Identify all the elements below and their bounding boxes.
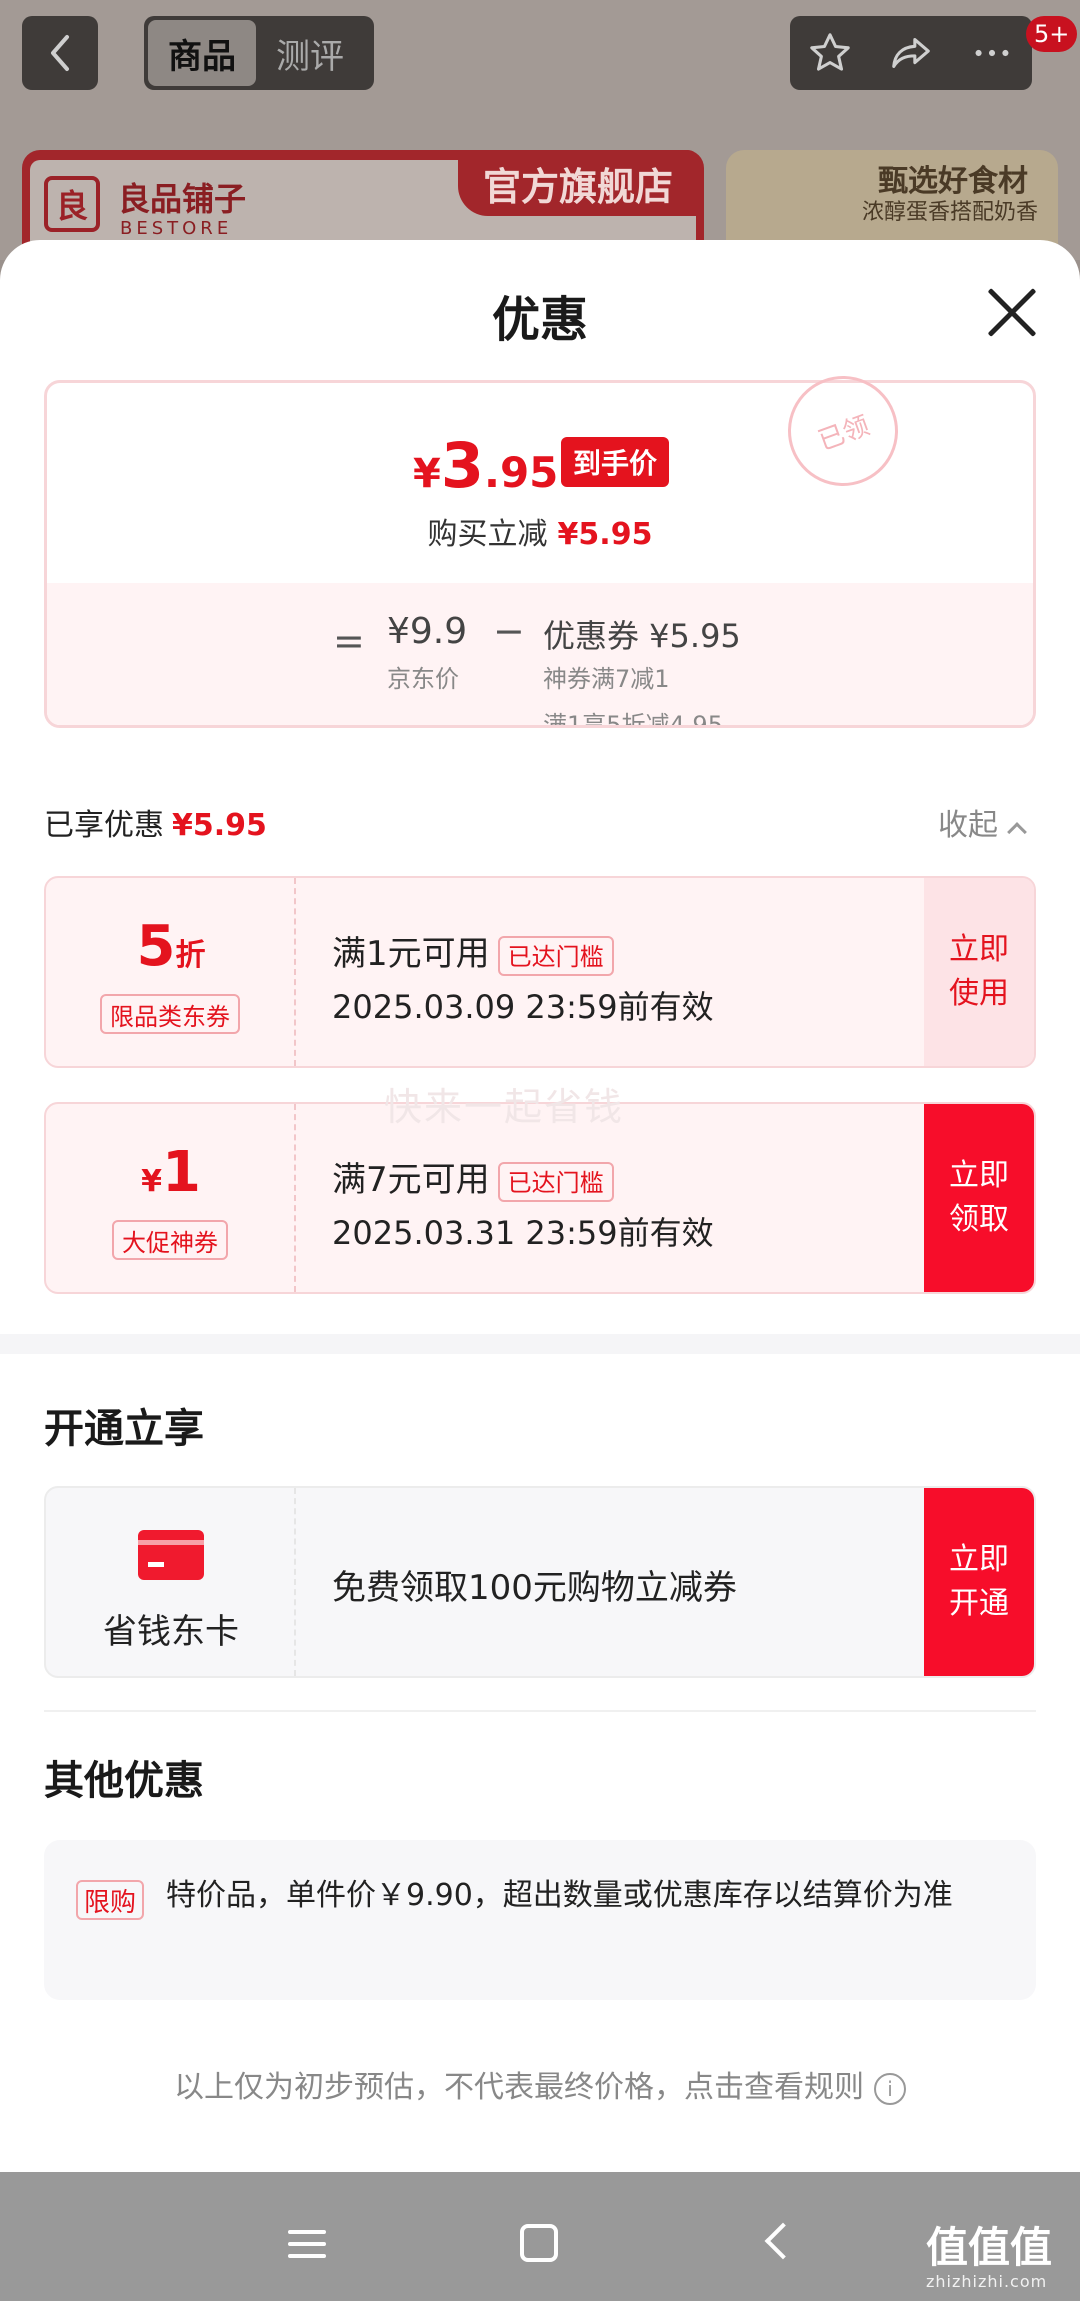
site-watermark-url: zhizhizhi.com bbox=[926, 2272, 1048, 2291]
purchase-limit-notice: 限购 特价品，单件价￥9.90，超出数量或优惠库存以结算价为准 bbox=[44, 1840, 1036, 2000]
coupon-detail: 神券满7减1 bbox=[543, 665, 670, 693]
limit-text: 特价品，单件价￥9.90，超出数量或优惠库存以结算价为准 bbox=[166, 1878, 953, 1913]
notification-badge: 5+ bbox=[1026, 16, 1078, 52]
equals-sign: = bbox=[333, 619, 365, 663]
button-label-line: 立即 bbox=[949, 1542, 1009, 1577]
rules-footnote[interactable]: 以上仅为初步预估，不代表最终价格，点击查看规则 i bbox=[0, 2062, 1080, 2106]
collapse-label: 收起 bbox=[938, 808, 998, 843]
claim-coupon-button[interactable]: 立即 领取 bbox=[924, 1104, 1034, 1292]
button-label-line: 领取 bbox=[949, 1202, 1009, 1237]
collapse-toggle[interactable]: 收起 bbox=[938, 800, 1027, 844]
star-icon[interactable] bbox=[807, 30, 853, 76]
coupon-value-unit: ¥ bbox=[141, 1164, 162, 1199]
store-name-en: BESTORE bbox=[120, 218, 233, 239]
menu-line bbox=[288, 2254, 326, 2258]
coupon-condition: 满1元可用 已达门槛 bbox=[332, 926, 614, 976]
recent-apps-button[interactable] bbox=[288, 2230, 326, 2258]
final-price-currency: ¥ bbox=[413, 451, 441, 497]
jd-price-label: 京东价 bbox=[387, 665, 459, 693]
coupon-condition: 满7元可用 已达门槛 bbox=[332, 1152, 614, 1202]
minus-sign: − bbox=[493, 609, 525, 653]
button-label-line: 使用 bbox=[949, 976, 1009, 1011]
threshold-met-tag: 已达门槛 bbox=[497, 935, 614, 976]
button-label-line: 开通 bbox=[949, 1586, 1009, 1621]
coupon-condition-text: 满1元可用 bbox=[332, 934, 490, 974]
tab-review[interactable]: 测评 bbox=[256, 20, 364, 86]
share-icon[interactable] bbox=[887, 30, 935, 76]
back-button[interactable] bbox=[22, 16, 98, 90]
store-flag-label: 官方旗舰店 bbox=[458, 150, 698, 216]
chevron-up-icon bbox=[1007, 822, 1027, 842]
other-discount-title: 其他优惠 bbox=[44, 1758, 204, 1804]
coupon-detail: 满1享5折减4.95 bbox=[543, 711, 723, 728]
coupon-value-number: 5 bbox=[136, 914, 176, 979]
jd-price: ¥9.9 bbox=[387, 611, 468, 652]
home-button[interactable] bbox=[520, 2224, 558, 2262]
coupon-type-tag: 大促神券 bbox=[112, 1220, 228, 1260]
page-tab-switch: 商品 测评 bbox=[144, 16, 374, 90]
menu-line bbox=[288, 2230, 326, 2234]
promo-subtitle: 浓醇蛋香搭配奶香 bbox=[861, 200, 1038, 225]
coupon-type-tag: 限品类东券 bbox=[100, 994, 240, 1034]
final-price-integer: 3 bbox=[440, 429, 484, 502]
coupon-condition-text: 满7元可用 bbox=[332, 1160, 490, 1200]
card-offer-text: 免费领取100元购物立减券 bbox=[332, 1568, 737, 1608]
coupon-card: 5折 限品类东券 满1元可用 已达门槛 2025.03.09 23:59前有效 立… bbox=[44, 876, 1036, 1068]
use-coupon-button[interactable]: 立即 使用 bbox=[924, 878, 1034, 1066]
button-label-line: 立即 bbox=[949, 1158, 1009, 1193]
activate-card-button[interactable]: 立即 开通 bbox=[924, 1488, 1034, 1676]
coupon-value: 5折 bbox=[46, 914, 296, 979]
coupon-amount: 优惠券 ¥5.95 bbox=[543, 617, 741, 655]
coupon-validity: 2025.03.31 23:59前有效 bbox=[332, 1214, 714, 1252]
top-actions bbox=[790, 16, 1032, 90]
divider bbox=[44, 1710, 1036, 1712]
menu-line bbox=[288, 2242, 326, 2246]
card-name: 省钱东卡 bbox=[103, 1612, 239, 1652]
reduce-label: 购买立减 bbox=[427, 517, 548, 552]
coupon-value-area: ¥1 大促神券 bbox=[46, 1104, 296, 1292]
final-price-decimal: .95 bbox=[483, 448, 559, 497]
card-brand-area: 省钱东卡 bbox=[46, 1488, 296, 1676]
coupon-value-number: 1 bbox=[161, 1140, 201, 1205]
coupon-value-area: 5折 限品类东券 bbox=[46, 878, 296, 1066]
button-label-line: 立即 bbox=[949, 932, 1009, 967]
section-divider bbox=[0, 1334, 1080, 1354]
instant-reduce-line: 购买立减 ¥5.95 bbox=[47, 509, 1033, 553]
membership-card-offer: 省钱东卡 免费领取100元购物立减券 立即 开通 bbox=[44, 1486, 1036, 1678]
close-button[interactable] bbox=[984, 284, 1040, 340]
enjoyed-value: ¥5.95 bbox=[172, 808, 267, 843]
threshold-met-tag: 已达门槛 bbox=[497, 1161, 614, 1202]
enjoyed-label: 已享优惠 bbox=[44, 808, 164, 843]
credit-card-icon bbox=[138, 1530, 204, 1580]
limit-tag: 限购 bbox=[76, 1880, 145, 1920]
discount-sheet: 优惠 ¥3.95 到手价 购买立减 ¥5.95 = ¥9.9 京东价 − 优惠券 … bbox=[0, 240, 1080, 2172]
store-name: 良品铺子 bbox=[118, 180, 247, 218]
enjoyed-discount: 已享优惠 ¥5.95 bbox=[44, 800, 267, 844]
open-benefit-title: 开通立享 bbox=[44, 1406, 204, 1452]
system-nav-bar: 值值值 zhizhizhi.com bbox=[0, 2172, 1080, 2301]
store-logo: 良 bbox=[44, 176, 100, 232]
reduce-value: ¥5.95 bbox=[557, 517, 653, 552]
final-price-tag: 到手价 bbox=[561, 437, 670, 487]
coupon-value-unit: 折 bbox=[175, 938, 206, 973]
info-icon: i bbox=[874, 2072, 906, 2105]
chevron-left-icon bbox=[51, 35, 69, 71]
sheet-title: 优惠 bbox=[491, 292, 588, 348]
price-breakdown-lower bbox=[47, 583, 1033, 725]
tab-product[interactable]: 商品 bbox=[148, 20, 256, 86]
coupon-validity: 2025.03.09 23:59前有效 bbox=[332, 988, 714, 1026]
more-icon[interactable] bbox=[969, 30, 1015, 76]
coupon-value: ¥1 bbox=[46, 1140, 296, 1205]
site-watermark-logo: 值值值 bbox=[926, 2223, 1053, 2272]
final-price: ¥3.95 bbox=[413, 429, 558, 502]
footnote-text: 以上仅为初步预估，不代表最终价格，点击查看规则 bbox=[174, 2070, 864, 2105]
system-back-button[interactable] bbox=[764, 2222, 802, 2260]
watermark-text: 快来一起省钱 bbox=[384, 1085, 625, 1129]
